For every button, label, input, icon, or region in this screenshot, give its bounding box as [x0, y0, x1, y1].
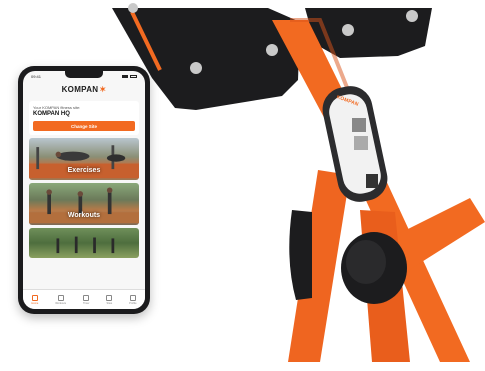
phone-notch	[65, 71, 103, 78]
tab-profile[interactable]: Profile	[129, 294, 137, 305]
timer-icon	[83, 294, 90, 301]
tab-sites[interactable]: Sites	[106, 294, 113, 305]
exercises-tile[interactable]: Exercises	[29, 138, 139, 180]
tab-home-label: Home	[31, 301, 39, 305]
smartphone: 09:41 KOMPAN ✶ Your KOMPAN fitness site:…	[18, 66, 150, 314]
phone-screen: 09:41 KOMPAN ✶ Your KOMPAN fitness site:…	[23, 71, 145, 309]
tab-workouts[interactable]: Workouts	[55, 294, 67, 305]
profile-icon	[129, 294, 136, 301]
exercises-tile-label: Exercises	[67, 167, 101, 174]
tab-sites-label: Sites	[106, 301, 113, 305]
tab-workouts-label: Workouts	[55, 301, 67, 305]
status-time: 09:41	[31, 73, 42, 79]
sites-icon	[106, 294, 113, 301]
site-card: Your KOMPAN fitness site: KOMPAN HQ Chan…	[29, 101, 139, 135]
tab-home[interactable]: Home	[31, 294, 39, 305]
kompan-star-icon: ✶	[99, 84, 107, 94]
tab-timer-label: Timer	[82, 301, 90, 305]
battery-icon	[130, 74, 137, 78]
tab-profile-label: Profile	[129, 301, 137, 305]
app-brand: KOMPAN	[61, 84, 99, 94]
group-training-photo	[56, 236, 115, 254]
home-icon	[31, 294, 38, 301]
status-icons	[122, 74, 137, 78]
tab-timer[interactable]: Timer	[82, 294, 90, 305]
signal-icon	[122, 74, 128, 78]
workouts-tile-label: Workouts	[67, 212, 101, 219]
tab-bar: Home Workouts Timer Sites Profile	[23, 289, 145, 309]
app-header: KOMPAN ✶	[23, 81, 145, 97]
site-card-label: Your KOMPAN fitness site:	[33, 105, 81, 110]
workouts-tile[interactable]: Workouts	[29, 183, 139, 225]
site-name: KOMPAN HQ	[33, 111, 70, 117]
workouts-icon	[57, 294, 64, 301]
group-training-tile[interactable]	[29, 228, 139, 258]
change-site-button[interactable]: Change Site	[33, 121, 135, 131]
